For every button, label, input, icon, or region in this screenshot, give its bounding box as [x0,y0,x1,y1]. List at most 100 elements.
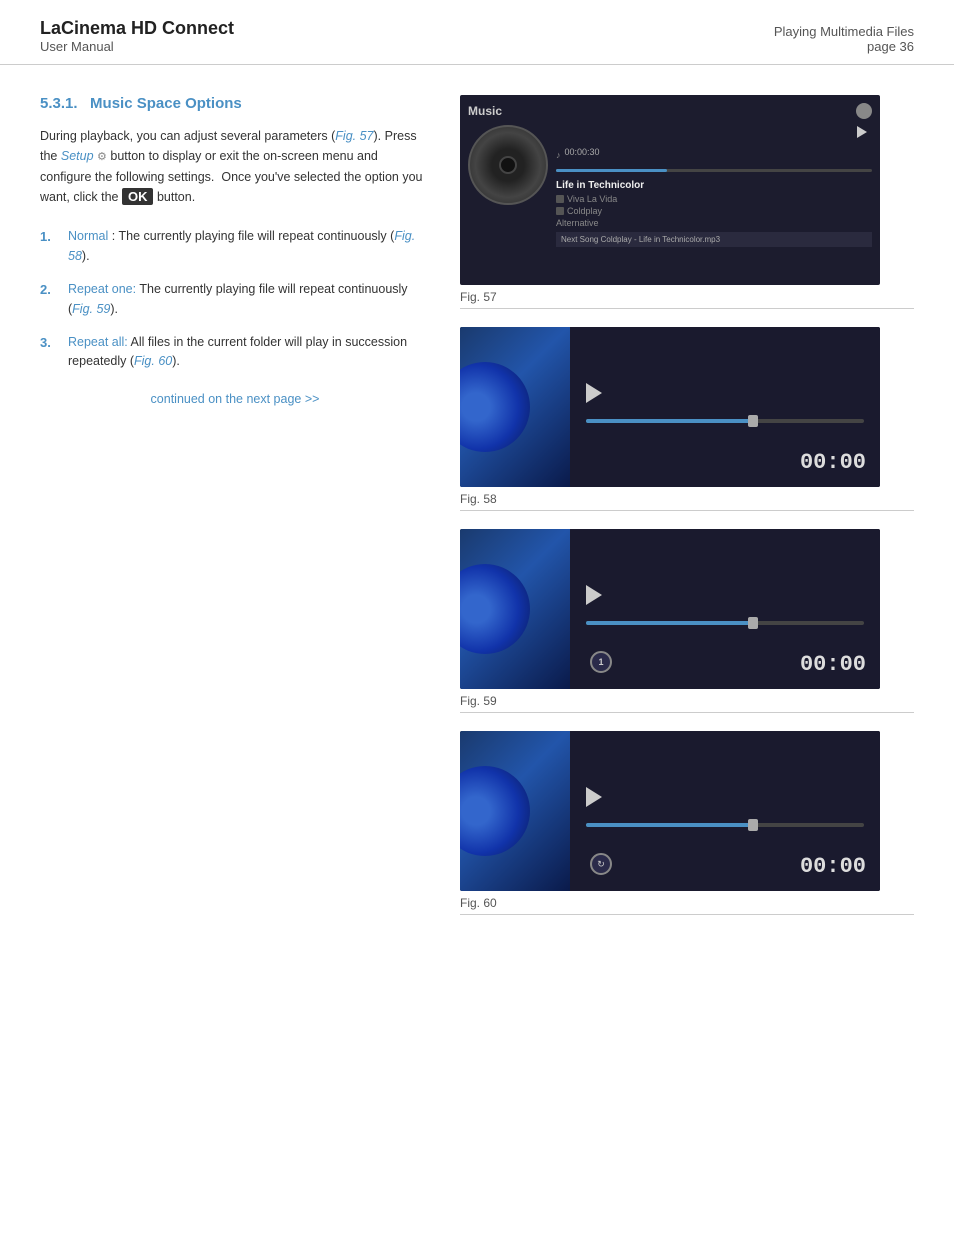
progress-bar [556,169,872,172]
play-button[interactable] [852,125,872,139]
fig59-playback: 1 00:00 [460,529,880,689]
fig58-time: 00:00 [800,450,866,475]
fig59-link[interactable]: Fig. 59 [72,302,110,316]
fig59-progress-track [586,621,864,625]
fig59-time: 00:00 [800,652,866,677]
fig60-time: 00:00 [800,854,866,879]
play-triangle-icon [857,126,867,138]
section-number: 5.3.1. [40,95,78,112]
gear-icon: ⚙ [97,149,107,167]
header-right: Playing Multimedia Files page 36 [774,24,914,54]
options-list: 1. Normal : The currently playing file w… [40,227,430,371]
list-item: 2. Repeat one: The currently playing fil… [40,280,430,319]
fig58-left [460,327,570,487]
fig60-link[interactable]: Fig. 60 [134,354,172,368]
fig58-right: 00:00 [570,327,880,487]
fig60-mode-icon: ↻ [588,851,614,877]
fig58-progress-row [586,419,864,423]
fig59-divider [460,712,914,713]
page-header: LaCinema HD Connect User Manual Playing … [0,0,954,65]
fig58-progress-fill [586,419,753,423]
list-num-2: 2. [40,280,51,300]
figure-60-image: ↻ 00:00 [460,731,880,891]
fig60-playback: ↻ 00:00 [460,731,880,891]
option-repeat-all: Repeat all: [68,335,128,349]
album-center [499,156,517,174]
figure-57-block: Music [460,95,914,319]
music-header: Music [468,103,872,119]
fig60-divider [460,914,914,915]
fig58-label: Fig. 58 [460,492,914,506]
figure-57-image: Music [460,95,880,285]
fig59-right: 1 00:00 [570,529,880,689]
ok-button-label: OK [122,188,154,205]
time-display: 00:00:30 [565,147,600,157]
fig57-label: Fig. 57 [460,290,914,304]
fig60-left [460,731,570,891]
play-triangle-58 [586,383,602,403]
music-note-icon: ♪ [556,150,561,160]
repeat-one-icon: 1 [590,651,612,673]
intro-paragraph: During playback, you can adjust several … [40,126,430,207]
book-subtitle: User Manual [40,39,234,54]
header-left: LaCinema HD Connect User Manual [40,18,234,54]
book-title: LaCinema HD Connect [40,18,234,39]
fig59-play [586,585,864,605]
continued-text: continued on the next page >> [40,392,430,406]
song-genre: Alternative [556,218,872,228]
option-normal: Normal [68,229,108,243]
fig60-progress-thumb [748,819,758,831]
figure-59-image: 1 00:00 [460,529,880,689]
setup-link: Setup [61,149,94,163]
fig58-circle [460,362,530,452]
fig60-progress-track [586,823,864,827]
fig59-circle [460,564,530,654]
figure-58-image: 00:00 [460,327,880,487]
fig58-progress-thumb [748,415,758,427]
list-num-1: 1. [40,227,51,247]
next-song-value: Coldplay - Life in Technicolor.mp3 [601,235,720,244]
next-song-bar: Next Song Coldplay - Life in Technicolor… [556,232,872,247]
left-column: 5.3.1. Music Space Options During playba… [40,95,430,933]
repeat-all-icon: ↻ [590,853,612,875]
fig60-play [586,787,864,807]
fig57-inner: ♪ 00:00:30 Life in Technicolor Viva La V… [468,125,872,277]
fig59-mode-icon: 1 [588,649,614,675]
artist-icon [556,195,564,203]
section-title: Playing Multimedia Files [774,24,914,39]
song-info: ♪ 00:00:30 Life in Technicolor Viva La V… [556,125,872,277]
fig59-progress-thumb [748,617,758,629]
fig57-divider [460,308,914,309]
progress-fill [556,169,667,172]
figure-60-block: ↻ 00:00 Fig. 60 [460,731,914,925]
main-content: 5.3.1. Music Space Options During playba… [0,65,954,963]
right-column: Music [460,95,914,933]
fig58-divider [460,510,914,511]
list-num-3: 3. [40,333,51,353]
section-heading: 5.3.1. Music Space Options [40,95,430,112]
option-repeat-one: Repeat one: [68,282,136,296]
play-triangle-60 [586,787,602,807]
fig59-progress-fill [586,621,753,625]
fig57-link[interactable]: Fig. 57 [335,129,373,143]
song-album: Coldplay [556,206,872,216]
fig58-play [586,383,864,403]
fig58-progress-track [586,419,864,423]
fig60-circle [460,766,530,856]
fig59-progress-row [586,621,864,625]
album-icon [556,207,564,215]
fig58-link[interactable]: Fig. 58 [68,229,415,262]
play-triangle-59 [586,585,602,605]
fig60-right: ↻ 00:00 [570,731,880,891]
fig60-label: Fig. 60 [460,896,914,910]
music-label: Music [468,104,502,118]
fig59-left [460,529,570,689]
album-art [468,125,548,205]
page-number: page 36 [774,39,914,54]
figure-58-block: 00:00 Fig. 58 [460,327,914,521]
figure-59-block: 1 00:00 Fig. 59 [460,529,914,723]
song-title: Life in Technicolor [556,180,872,191]
list-item: 1. Normal : The currently playing file w… [40,227,430,266]
list-item: 3. Repeat all: All files in the current … [40,333,430,372]
song-artist: Viva La Vida [556,194,872,204]
